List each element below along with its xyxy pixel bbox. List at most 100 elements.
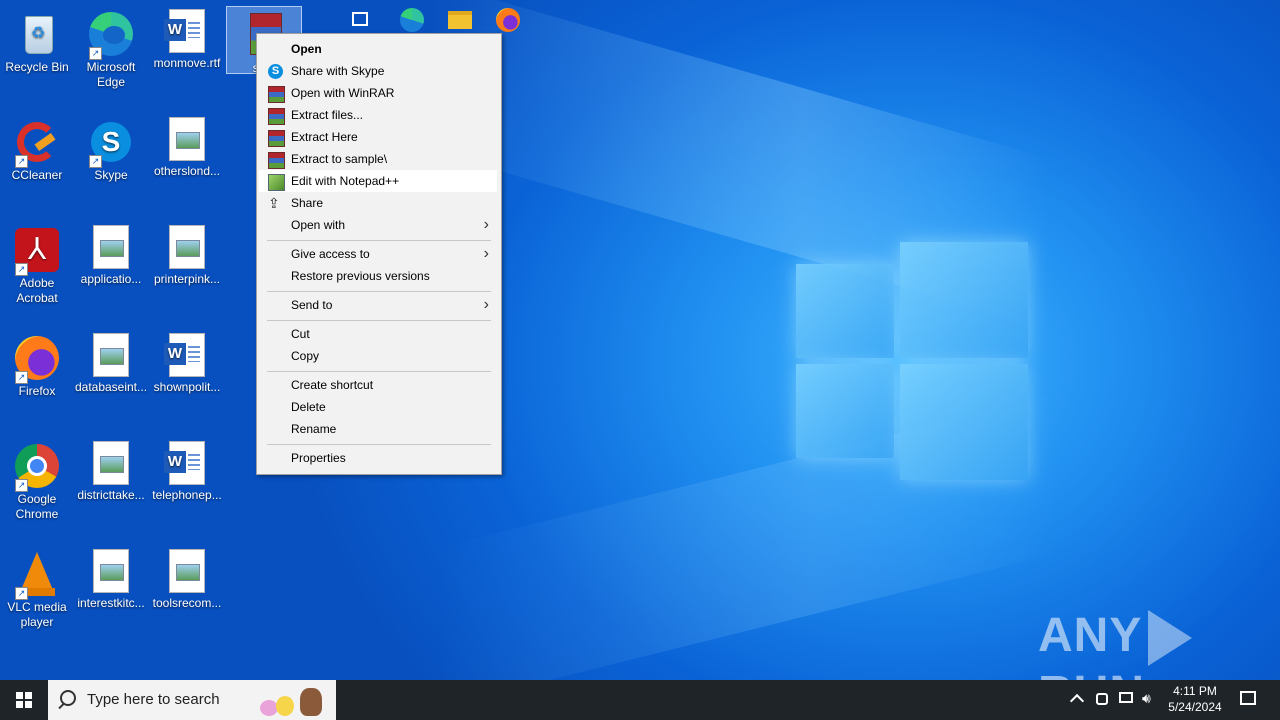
desktop[interactable]: ♻ Recycle Bin ↗ CCleaner ⅄ ↗ Adobe Acrob… bbox=[0, 0, 1280, 680]
desktop-icon-file[interactable]: W telephonep... bbox=[150, 438, 224, 503]
menu-item-share-with-skype[interactable]: S Share with Skype bbox=[259, 60, 497, 82]
desktop-icon-file[interactable]: databaseint... bbox=[74, 330, 148, 395]
desktop-icon-label: applicatio... bbox=[80, 272, 142, 286]
tray-icon[interactable] bbox=[1092, 680, 1112, 720]
notifications-button[interactable] bbox=[1232, 680, 1272, 720]
desktop-icon-adobe-acrobat[interactable]: ⅄ ↗ Adobe Acrobat bbox=[0, 222, 74, 306]
desktop-icon-label: Google Chrome bbox=[15, 492, 59, 521]
vlc-icon: ↗ bbox=[13, 550, 61, 600]
desktop-icon-skype[interactable]: S ↗ Skype bbox=[74, 114, 148, 183]
menu-item-extract-here[interactable]: Extract Here bbox=[259, 126, 497, 148]
image-file-icon bbox=[169, 225, 205, 269]
desktop-icon-label: monmove.rtf bbox=[153, 56, 221, 70]
start-button[interactable] bbox=[0, 680, 48, 720]
network-icon bbox=[1119, 692, 1133, 703]
desktop-icon-microsoft-edge[interactable]: ↗ Microsoft Edge bbox=[74, 6, 148, 90]
menu-separator bbox=[267, 320, 491, 321]
show-hidden-icons-button[interactable] bbox=[1068, 680, 1088, 720]
menu-item-create-shortcut[interactable]: Create shortcut bbox=[259, 374, 497, 396]
menu-separator bbox=[267, 240, 491, 241]
winrar-icon bbox=[268, 152, 285, 169]
taskbar-search-box[interactable]: Type here to search bbox=[48, 680, 336, 720]
menu-item-label: Share bbox=[291, 196, 324, 210]
menu-item-share[interactable]: ⇪ Share bbox=[259, 192, 497, 214]
menu-item-label: Rename bbox=[291, 422, 337, 436]
firefox-icon bbox=[496, 8, 520, 32]
image-file-icon bbox=[93, 441, 129, 485]
context-menu: Open S Share with Skype Open with WinRAR … bbox=[256, 33, 502, 475]
chrome-icon: ↗ bbox=[13, 442, 61, 492]
menu-item-rename[interactable]: Rename bbox=[259, 418, 497, 440]
volume-button[interactable]: 🔊︎ bbox=[1140, 680, 1160, 720]
task-view-icon bbox=[352, 12, 368, 26]
menu-item-label: Share with Skype bbox=[291, 64, 385, 78]
menu-item-label: Give access to bbox=[291, 247, 370, 261]
menu-item-open-with-winrar[interactable]: Open with WinRAR bbox=[259, 82, 497, 104]
speaker-icon: 🔊︎ bbox=[1142, 690, 1151, 706]
word-document-icon: W bbox=[164, 441, 205, 485]
taskbar-file-explorer[interactable] bbox=[438, 0, 482, 40]
desktop-icon-label: CCleaner bbox=[11, 168, 63, 182]
task-view-button[interactable] bbox=[340, 0, 380, 40]
menu-item-give-access-to[interactable]: Give access to › bbox=[259, 243, 497, 265]
desktop-icon-label: databaseint... bbox=[74, 380, 148, 394]
menu-item-properties[interactable]: Properties bbox=[259, 447, 497, 469]
menu-item-send-to[interactable]: Send to › bbox=[259, 294, 497, 316]
chevron-up-icon bbox=[1069, 693, 1085, 709]
desktop-icon-label: printerpink... bbox=[153, 272, 221, 286]
image-file-icon bbox=[93, 225, 129, 269]
search-highlight-illustration bbox=[256, 686, 334, 718]
desktop-icon-google-chrome[interactable]: ↗ Google Chrome bbox=[0, 438, 74, 522]
menu-item-copy[interactable]: Copy bbox=[259, 345, 497, 367]
desktop-icon-file[interactable]: districttake... bbox=[74, 438, 148, 503]
desktop-icon-file[interactable]: applicatio... bbox=[74, 222, 148, 287]
taskbar-firefox[interactable] bbox=[486, 0, 530, 40]
desktop-icon-file[interactable]: printerpink... bbox=[150, 222, 224, 287]
menu-item-open-with[interactable]: Open with › bbox=[259, 214, 497, 236]
desktop-icon-label: Adobe Acrobat bbox=[16, 276, 58, 305]
menu-item-label: Create shortcut bbox=[291, 378, 374, 392]
menu-item-label: Extract files... bbox=[291, 108, 364, 122]
chevron-right-icon: › bbox=[483, 216, 489, 233]
desktop-icon-file[interactable]: W shownpolit... bbox=[150, 330, 224, 395]
desktop-icon-firefox[interactable]: ↗ Firefox bbox=[0, 330, 74, 399]
taskbar-edge[interactable] bbox=[390, 0, 434, 40]
acrobat-icon: ⅄ ↗ bbox=[13, 226, 61, 276]
skype-icon: S ↗ bbox=[87, 118, 135, 168]
desktop-icon-file[interactable]: toolsrecom... bbox=[150, 546, 224, 611]
menu-item-extract-to-sample[interactable]: Extract to sample\ bbox=[259, 148, 497, 170]
desktop-icon-recycle-bin[interactable]: ♻ Recycle Bin bbox=[0, 6, 74, 75]
winrar-icon bbox=[268, 130, 285, 147]
menu-item-label: Send to bbox=[291, 298, 333, 312]
menu-item-cut[interactable]: Cut bbox=[259, 323, 497, 345]
menu-item-open[interactable]: Open bbox=[259, 38, 497, 60]
image-file-icon bbox=[169, 549, 205, 593]
chevron-right-icon: › bbox=[483, 245, 489, 262]
desktop-icon-file[interactable]: otherslond... bbox=[150, 114, 224, 179]
notification-icon bbox=[1240, 691, 1256, 705]
menu-separator bbox=[267, 371, 491, 372]
menu-item-extract-files[interactable]: Extract files... bbox=[259, 104, 497, 126]
chevron-right-icon: › bbox=[483, 296, 489, 313]
desktop-icon-label: Microsoft Edge bbox=[86, 60, 136, 89]
menu-item-label: Open with bbox=[291, 218, 346, 232]
desktop-icon-vlc[interactable]: ↗ VLC media player bbox=[0, 546, 74, 630]
desktop-icon-ccleaner[interactable]: ↗ CCleaner bbox=[0, 114, 74, 183]
menu-item-label: Cut bbox=[291, 327, 310, 341]
windows-logo-wallpaper bbox=[796, 242, 1028, 480]
word-document-icon: W bbox=[164, 333, 205, 377]
menu-item-edit-with-notepadpp[interactable]: Edit with Notepad++ bbox=[259, 170, 497, 192]
network-button[interactable] bbox=[1116, 680, 1136, 720]
desktop-icon-label: otherslond... bbox=[153, 164, 221, 178]
clock-time: 4:11 PM bbox=[1173, 684, 1217, 698]
menu-item-restore-previous-versions[interactable]: Restore previous versions bbox=[259, 265, 497, 287]
share-icon: ⇪ bbox=[268, 195, 280, 211]
desktop-icon-file[interactable]: interestkitc... bbox=[74, 546, 148, 611]
desktop-icon-file[interactable]: W monmove.rtf bbox=[150, 6, 224, 71]
folder-icon bbox=[448, 11, 472, 29]
meet-now-icon bbox=[1096, 693, 1108, 705]
desktop-icon-label: shownpolit... bbox=[153, 380, 221, 394]
menu-item-delete[interactable]: Delete bbox=[259, 396, 497, 418]
desktop-icon-label: Recycle Bin bbox=[5, 60, 69, 74]
clock[interactable]: 4:11 PM 5/24/2024 bbox=[1164, 680, 1226, 720]
